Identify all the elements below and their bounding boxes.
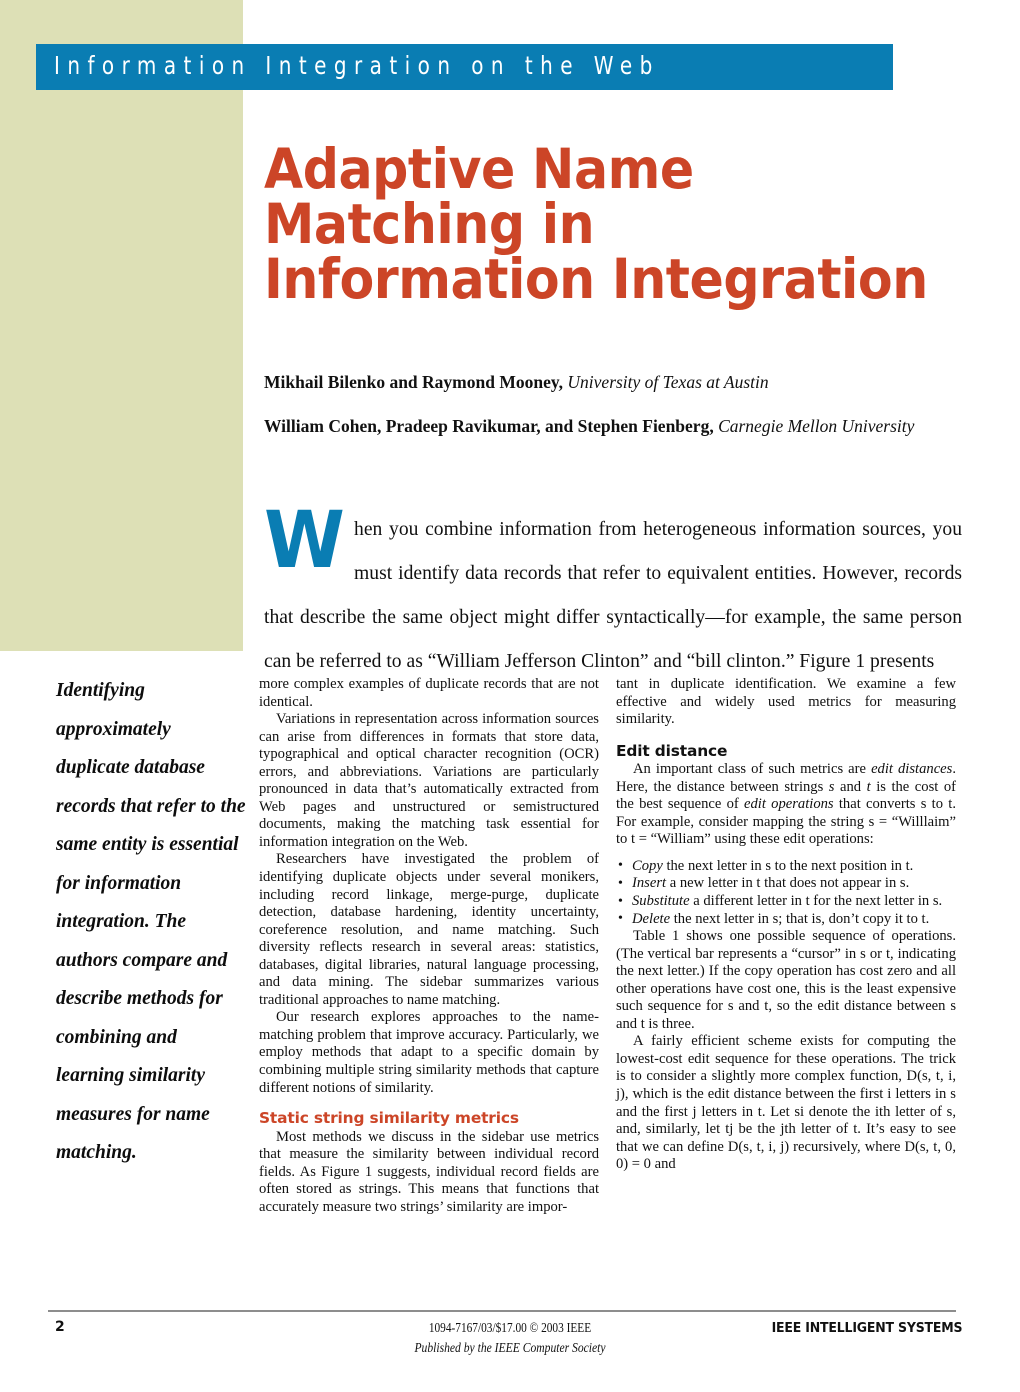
operation-description: the next letter in s to the next positio…	[662, 857, 914, 874]
paragraph: tant in duplicate identification. We exa…	[616, 676, 956, 728]
edit-operations-list: Copy the next letter in s to the next po…	[616, 857, 956, 929]
page-number: 2	[55, 1319, 65, 1335]
list-item: Copy the next letter in s to the next po…	[616, 857, 956, 876]
title-line-3: Information Integration	[264, 247, 928, 311]
body-column-middle: more complex examples of duplicate recor…	[259, 676, 599, 1216]
journal-name: IEEE INTELLIGENT SYSTEMS	[771, 1320, 962, 1336]
author-affiliation-2: Carnegie Mellon University	[718, 416, 915, 436]
section-heading-edit-distance: Edit distance	[616, 741, 728, 760]
operation-name: Insert	[632, 875, 667, 892]
list-item: Insert a new letter in t that does not a…	[616, 875, 956, 893]
author-line-2: William Cohen, Pradeep Ravikumar, and St…	[264, 416, 914, 437]
author-names-2: William Cohen, Pradeep Ravikumar, and St…	[264, 416, 714, 436]
text-fragment: and	[834, 778, 867, 795]
beige-side-panel	[0, 0, 243, 651]
pull-quote: Identifying approximately duplicate data…	[56, 680, 246, 1163]
publisher-notice: Published by the IEEE Computer Society	[414, 1340, 606, 1355]
operation-description: a new letter in t that does not appear i…	[666, 875, 910, 892]
paragraph: Table 1 shows one possible sequence of o…	[616, 928, 956, 1032]
operation-name: Copy	[632, 857, 663, 874]
department-banner: Information Integration on the Web	[36, 44, 893, 90]
section-heading-static-string-similarity-metrics: Static string similarity metrics	[259, 1109, 519, 1128]
list-item: Delete the next letter in s; that is, do…	[616, 910, 956, 929]
department-banner-text: Information Integration on the Web	[54, 50, 660, 80]
paragraph: Researchers have investigated the proble…	[259, 851, 599, 1008]
text-fragment: An important class of such metrics are	[633, 761, 872, 778]
paragraph: more complex examples of duplicate recor…	[259, 676, 599, 710]
operation-name: Delete	[632, 910, 671, 927]
author-names-1: Mikhail Bilenko and Raymond Mooney,	[264, 372, 564, 392]
operation-name: Substitute	[632, 893, 690, 910]
title-line-1: Adaptive Name	[264, 137, 694, 201]
department-banner-label: Information Integration on the Web	[54, 50, 811, 81]
paragraph: An important class of such metrics are e…	[616, 761, 956, 849]
page-title: Adaptive Name Matching in Information In…	[264, 142, 964, 307]
author-line-1: Mikhail Bilenko and Raymond Mooney, Univ…	[264, 372, 769, 393]
emphasis-edit-operations: edit operations	[744, 796, 834, 813]
paragraph: A fairly efficient scheme exists for com…	[616, 1033, 956, 1173]
drop-cap-letter: W	[264, 496, 345, 586]
paragraph: Variations in representation across info…	[259, 711, 599, 850]
lead-paragraph-text: hen you combine information from heterog…	[264, 519, 962, 672]
paragraph: Most methods we discuss in the sidebar u…	[259, 1128, 599, 1215]
operation-description: the next letter in s; that is, don’t cop…	[670, 910, 930, 927]
title-line-2: Matching in	[264, 192, 595, 256]
body-column-right: tant in duplicate identification. We exa…	[616, 676, 956, 1174]
author-affiliation-1: University of Texas at Austin	[567, 372, 769, 392]
operation-description: a different letter in t for the next let…	[689, 893, 943, 910]
lead-paragraph: When you combine information from hetero…	[264, 496, 962, 684]
emphasis-edit-distances: edit distances	[871, 761, 953, 778]
paragraph: Our research explores approaches to the …	[259, 1009, 599, 1096]
list-item: Substitute a different letter in t for t…	[616, 893, 956, 911]
footer-divider	[48, 1310, 956, 1312]
